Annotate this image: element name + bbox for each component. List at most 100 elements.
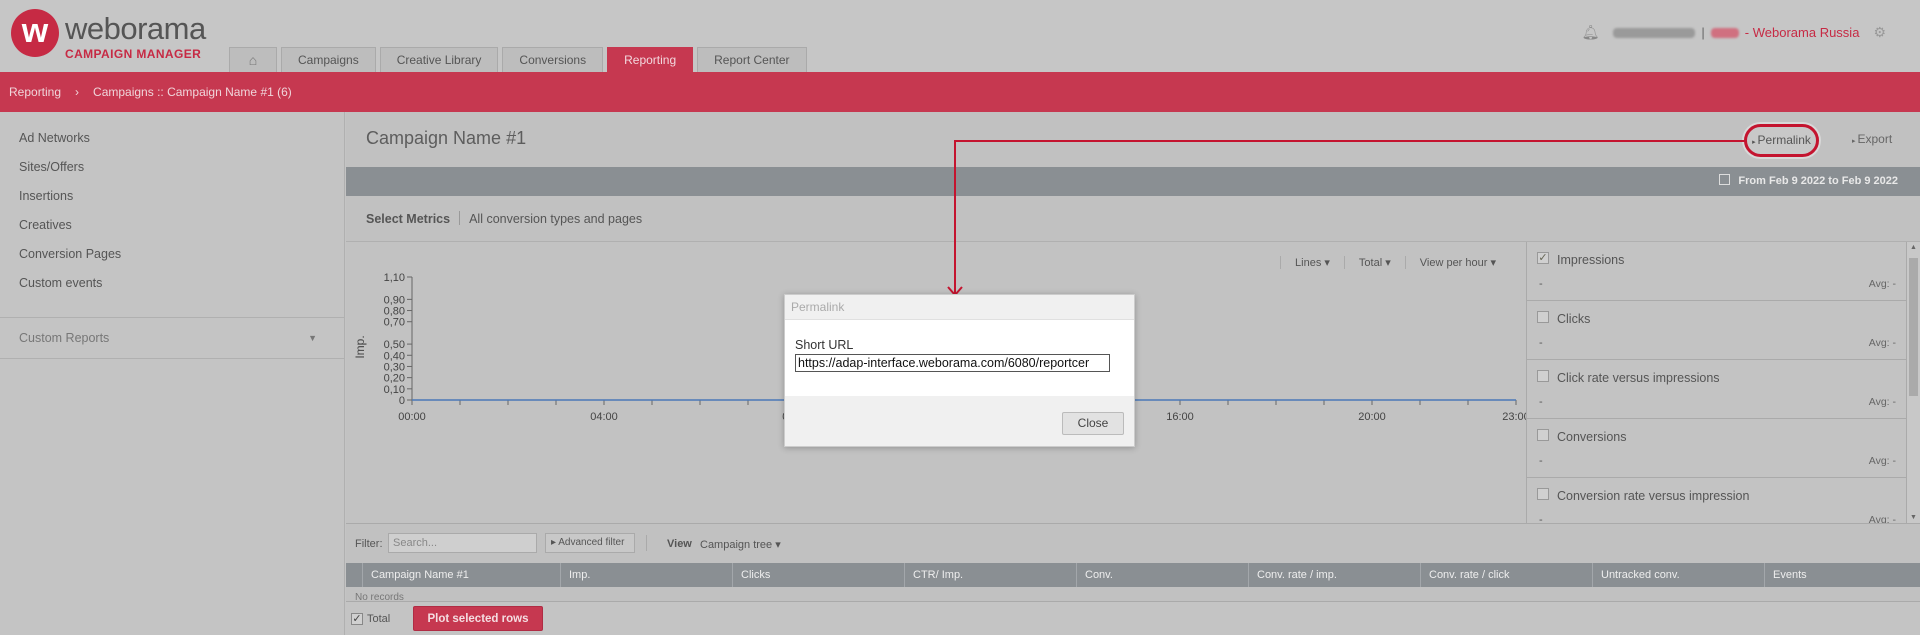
breadcrumb-separator: › [75, 85, 80, 99]
gear-icon[interactable]: ⚙ [1873, 24, 1886, 41]
metric-avg: Avg: - [1868, 396, 1896, 408]
date-range: From Feb 9 2022 to Feb 9 2022 [1738, 175, 1898, 187]
x-tick-label: 16:00 [1166, 411, 1194, 423]
metric-name: Conversions [1557, 430, 1627, 444]
advanced-filter-button[interactable]: ▸ Advanced filter [545, 533, 635, 553]
tab-creative-library[interactable]: Creative Library [379, 47, 499, 72]
sidebar-item-ad-networks[interactable]: Ad Networks [0, 124, 344, 153]
campaign-tree-dropdown[interactable]: Campaign tree ▾ [700, 538, 781, 551]
conversion-filter-link[interactable]: All conversion types and pages [469, 212, 642, 226]
metric-value: - [1539, 455, 1543, 467]
sidebar-item-sites-offers[interactable]: Sites/Offers [0, 153, 344, 182]
calendar-icon [1719, 174, 1731, 185]
sidebar-list: Ad Networks Sites/Offers Insertions Crea… [0, 112, 344, 298]
page-title: Campaign Name #1 [366, 128, 527, 148]
metric-checkbox[interactable] [1537, 370, 1549, 382]
metric-name: Conversion rate versus impression [1557, 489, 1750, 503]
bell-icon[interactable]: 🔔︎ [1582, 24, 1600, 41]
col-conv-rate-click[interactable]: Conv. rate / click [1420, 563, 1592, 587]
breadcrumb-root[interactable]: Reporting [9, 72, 61, 112]
sidebar-item-custom-events[interactable]: Custom events [0, 269, 344, 298]
scroll-down-icon[interactable]: ▼ [1910, 514, 1917, 521]
logo-name: weborama [65, 11, 206, 46]
x-tick-label: 04:00 [590, 411, 618, 423]
filter-label: Filter: [355, 538, 383, 550]
col-campaign[interactable]: Campaign Name #1 [362, 563, 560, 587]
redacted-username [1613, 27, 1696, 38]
y-tick-label: 1,10 [384, 272, 405, 284]
x-tick-label: 23:00 [1502, 411, 1526, 423]
user-area: 🔔︎ | - Weborama Russia ⚙ [1582, 24, 1886, 41]
custom-reports-label: Custom Reports [19, 331, 110, 345]
filter-bar: Filter: Search... ▸ Advanced filter View… [346, 523, 1920, 563]
account-name[interactable]: - Weborama Russia [1745, 25, 1860, 40]
col-imp[interactable]: Imp. [560, 563, 732, 587]
close-button[interactable]: Close [1062, 412, 1124, 435]
select-metrics-link[interactable]: Select Metrics [366, 212, 450, 226]
permalink-label: Permalink [1757, 133, 1811, 147]
permalink-dialog: Permalink Short URL Close [784, 294, 1135, 447]
tab-home[interactable]: ⌂ [229, 47, 277, 72]
logo-mark: w [11, 9, 59, 57]
y-axis-label: Imp. [353, 335, 367, 358]
home-icon: ⌂ [248, 52, 258, 68]
y-tick-label: 0,70 [384, 317, 405, 329]
scroll-thumb[interactable] [1909, 258, 1918, 396]
metric-avg: Avg: - [1868, 337, 1896, 349]
main-nav-tabs: ⌂ Campaigns Creative Library Conversions… [229, 47, 807, 72]
metric-value: - [1539, 337, 1543, 349]
no-records: No records [355, 592, 404, 601]
metrics-scrollbar[interactable]: ▲ ▼ [1906, 242, 1920, 523]
col-ctr[interactable]: CTR/ Imp. [904, 563, 1076, 587]
metric-checkbox[interactable] [1537, 488, 1549, 500]
col-conv-rate-imp[interactable]: Conv. rate / imp. [1248, 563, 1420, 587]
divider [459, 211, 461, 225]
col-conv[interactable]: Conv. [1076, 563, 1248, 587]
weborama-logo[interactable]: w weborama CAMPAIGN MANAGER [11, 9, 211, 65]
tab-reporting[interactable]: Reporting [607, 47, 694, 72]
date-range-bar[interactable]: From Feb 9 2022 to Feb 9 2022 [346, 167, 1920, 196]
metric-impressions[interactable]: ✓ Impressions - Avg: - [1527, 242, 1906, 301]
scroll-up-icon[interactable]: ▲ [1910, 244, 1917, 251]
metric-value: - [1539, 278, 1543, 290]
metric-clicks[interactable]: Clicks - Avg: - [1527, 301, 1906, 360]
redacted-account [1710, 27, 1739, 38]
metric-click-rate[interactable]: Click rate versus impressions - Avg: - [1527, 360, 1906, 419]
breadcrumb: Reporting › Campaigns :: Campaign Name #… [0, 72, 1920, 112]
export-label: Export [1857, 132, 1893, 146]
metric-name: Clicks [1557, 312, 1591, 326]
short-url-label: Short URL [795, 338, 854, 352]
sidebar-item-creatives[interactable]: Creatives [0, 211, 344, 240]
metric-value: - [1539, 396, 1543, 408]
total-label: Total [367, 613, 391, 625]
bottom-bar: ✓ Total Plot selected rows [346, 601, 1920, 635]
metric-conversions[interactable]: Conversions - Avg: - [1527, 419, 1906, 478]
x-tick-label: 20:00 [1358, 411, 1386, 423]
divider [646, 535, 647, 551]
table-header: Campaign Name #1 Imp. Clicks CTR/ Imp. C… [346, 563, 1920, 587]
metric-checkbox[interactable]: ✓ [1537, 252, 1549, 264]
col-untracked[interactable]: Untracked conv. [1592, 563, 1764, 587]
sidebar-item-conversion-pages[interactable]: Conversion Pages [0, 240, 344, 269]
x-tick-label: 00:00 [398, 411, 426, 423]
tab-conversions[interactable]: Conversions [502, 47, 604, 72]
caret-down-icon: ▼ [308, 333, 317, 343]
tab-report-center[interactable]: Report Center [697, 47, 807, 72]
export-link[interactable]: ▸ Export [1852, 132, 1892, 146]
sidebar-custom-reports[interactable]: Custom Reports ▼ [0, 318, 344, 359]
logo-subtitle: CAMPAIGN MANAGER [65, 47, 202, 61]
tab-campaigns[interactable]: Campaigns [281, 47, 376, 72]
col-clicks[interactable]: Clicks [732, 563, 904, 587]
metric-checkbox[interactable] [1537, 429, 1549, 441]
short-url-field[interactable] [795, 354, 1110, 372]
col-events[interactable]: Events [1764, 563, 1912, 587]
search-input[interactable]: Search... [388, 533, 537, 553]
metric-checkbox[interactable] [1537, 311, 1549, 323]
y-tick-label: 0,20 [384, 373, 405, 385]
plot-selected-rows-button[interactable]: Plot selected rows [413, 606, 543, 631]
sidebar-item-insertions[interactable]: Insertions [0, 182, 344, 211]
total-checkbox[interactable]: ✓ [351, 613, 363, 625]
y-tick-label: 0,80 [384, 306, 405, 318]
permalink-link[interactable]: ▸ Permalink [1744, 124, 1819, 157]
metric-conversion-rate[interactable]: Conversion rate versus impression - Avg:… [1527, 478, 1906, 523]
